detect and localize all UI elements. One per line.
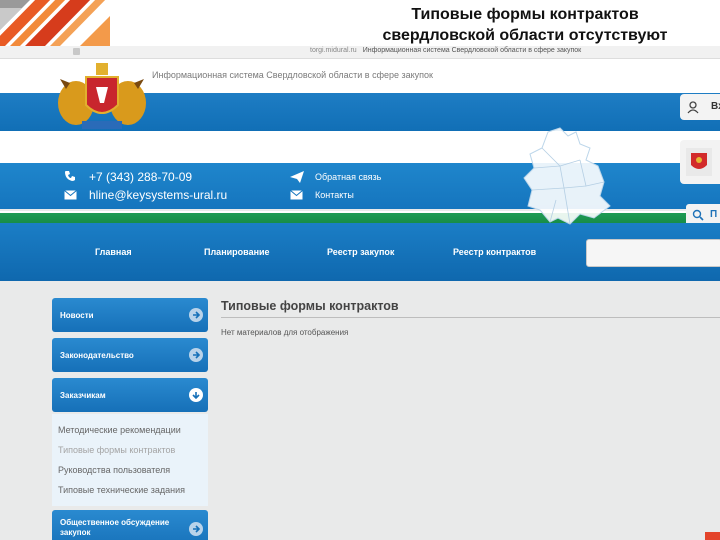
submenu-item-guidelines[interactable]: Методические рекомендации [58, 425, 181, 435]
search-tab-label: П [710, 209, 718, 220]
phone-icon [65, 171, 75, 181]
submenu-item-tech-specs[interactable]: Типовые технические задания [58, 485, 185, 495]
website-screenshot: torgi.midural.ru Информационная система С… [0, 46, 720, 540]
region-map-icon [523, 127, 611, 225]
russian-emblem-icon [686, 148, 712, 176]
sidebar-item-customers[interactable]: Заказчикам [52, 378, 208, 412]
contacts-link[interactable]: Контакты [315, 190, 354, 200]
sidebar-item-public-discussion[interactable]: Общественное обсуждение закупок [52, 510, 208, 540]
send-icon [290, 171, 304, 183]
content-divider [221, 317, 720, 318]
arrow-right-icon [189, 522, 203, 536]
russia-gerb-button[interactable] [680, 140, 720, 184]
sidebar-item-label: Новости [60, 311, 94, 320]
empty-message: Нет материалов для отображения [221, 328, 349, 337]
phone-number[interactable]: +7 (343) 288-70-09 [89, 170, 192, 184]
login-button[interactable]: Вх [680, 94, 720, 120]
email-icon [64, 190, 77, 200]
browser-tab-icon[interactable] [73, 48, 80, 55]
slide-title-line-2: свердловской области отсутствуют [382, 27, 668, 44]
nav-item-purchases-registry[interactable]: Реестр закупок [327, 247, 394, 257]
sidebar-item-label-line-1: Общественное обсуждение [60, 518, 170, 527]
slide-corner-decoration [705, 532, 720, 540]
login-label: Вх [711, 101, 720, 112]
coat-of-arms-icon [58, 63, 146, 129]
nav-item-planning[interactable]: Планирование [204, 247, 270, 257]
sidebar-item-news[interactable]: Новости [52, 298, 208, 332]
feedback-link[interactable]: Обратная связь [315, 172, 381, 182]
arrow-down-icon [189, 388, 203, 402]
nav-item-home[interactable]: Главная [95, 247, 132, 257]
submenu-item-contract-forms[interactable]: Типовые формы контрактов [58, 445, 175, 455]
slide-header: Типовые формы контрактов свердловской об… [0, 0, 720, 46]
arrow-right-icon [189, 308, 203, 322]
sidebar-item-label: Заказчикам [60, 391, 106, 400]
search-input[interactable] [586, 239, 720, 267]
browser-domain: torgi.midural.ru [310, 47, 357, 54]
sidebar-item-label-line-2: закупок [60, 528, 91, 537]
slide-title-line-1: Типовые формы контрактов [411, 6, 639, 23]
sidebar-item-legislation[interactable]: Законодательство [52, 338, 208, 372]
content-title: Типовые формы контрактов [221, 299, 399, 313]
browser-page-title: Информационная система Свердловской обла… [362, 47, 582, 54]
user-icon [687, 101, 699, 114]
nav-item-contracts-registry[interactable]: Реестр контрактов [453, 247, 536, 257]
slide-title: Типовые формы контрактов свердловской об… [330, 4, 720, 46]
system-name: Информационная система Свердловской обла… [152, 70, 433, 80]
contacts-icon [290, 190, 303, 200]
browser-tab-bar: torgi.midural.ru Информационная система С… [0, 46, 720, 59]
sidebar-item-label: Законодательство [60, 351, 134, 360]
email-link[interactable]: hline@keysystems-ural.ru [89, 188, 227, 202]
slide-decoration [0, 0, 110, 46]
search-icon [692, 209, 704, 221]
arrow-right-icon [189, 348, 203, 362]
submenu-item-user-guides[interactable]: Руководства пользователя [58, 465, 170, 475]
browser-url[interactable]: torgi.midural.ru Информационная система С… [310, 47, 581, 54]
